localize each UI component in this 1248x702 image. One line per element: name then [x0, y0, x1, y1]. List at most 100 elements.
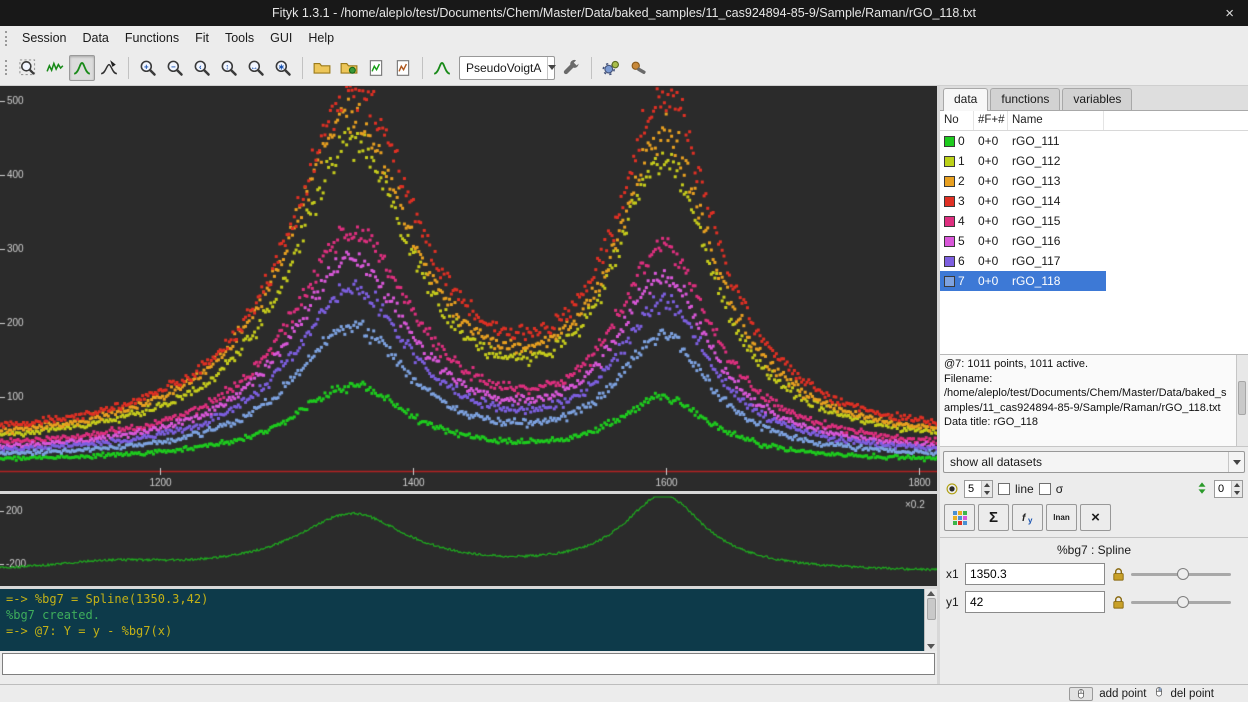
info-scrollbar[interactable]: [1236, 355, 1248, 446]
function-settings-button[interactable]: [559, 55, 585, 81]
table-row[interactable]: 20+0rGO_113: [940, 171, 1106, 191]
scroll-down-icon[interactable]: [927, 644, 935, 649]
line-checkbox-label: line: [1015, 482, 1034, 496]
dataset-color-swatch[interactable]: [944, 156, 955, 167]
sigma-checkbox-label: σ: [1056, 482, 1063, 496]
zoom-in-button[interactable]: +: [135, 55, 161, 81]
run-script-button[interactable]: [336, 55, 362, 81]
param-x1-input[interactable]: [965, 563, 1105, 585]
add-function-button[interactable]: [429, 55, 455, 81]
save-data-button[interactable]: [390, 55, 416, 81]
dataset-color-swatch[interactable]: [944, 196, 955, 207]
sigma-checkbox[interactable]: [1039, 483, 1051, 495]
info-line: Filename: /home/aleplo/test/Documents/Ch…: [944, 372, 1232, 416]
spin-up-icon[interactable]: [1232, 481, 1242, 489]
table-row[interactable]: 00+0rGO_111: [940, 131, 1106, 151]
shift-datasets-icon: [1195, 481, 1209, 498]
menu-item-session[interactable]: Session: [14, 28, 74, 48]
mouse-right-icon: [1153, 686, 1165, 701]
table-row[interactable]: 40+0rGO_115: [940, 211, 1106, 231]
delete-dataset-button[interactable]: ×: [1080, 504, 1111, 531]
data-range-mode-button[interactable]: [42, 55, 68, 81]
data-table-button[interactable]: [944, 504, 975, 531]
menu-item-fit[interactable]: Fit: [187, 28, 217, 48]
table-row[interactable]: 30+0rGO_114: [940, 191, 1106, 211]
table-row[interactable]: 10+0rGO_112: [940, 151, 1106, 171]
menu-item-gui[interactable]: GUI: [262, 28, 300, 48]
table-row[interactable]: 70+0rGO_118: [940, 271, 1106, 291]
table-row[interactable]: 50+0rGO_116: [940, 231, 1106, 251]
mouse-mode-button[interactable]: [1069, 687, 1093, 701]
activate-data-mode-button[interactable]: [96, 55, 122, 81]
column-header-name[interactable]: Name: [1008, 111, 1104, 130]
main-plot-canvas[interactable]: [0, 86, 937, 491]
shift-value[interactable]: [1215, 481, 1231, 497]
fityk-window: Fityk 1.3.1 - /home/aleplo/test/Document…: [0, 0, 1248, 702]
line-checkbox[interactable]: [998, 483, 1010, 495]
svg-text:↔: ↔: [250, 62, 258, 71]
tab-data[interactable]: data: [943, 88, 988, 111]
menu-item-help[interactable]: Help: [300, 28, 342, 48]
dataset-color-swatch[interactable]: [944, 136, 955, 147]
zoom-vert-button[interactable]: ↕: [216, 55, 242, 81]
spin-down-icon[interactable]: [1232, 489, 1242, 497]
dataset-table: No #F+# Name 00+0rGO_11110+0rGO_11220+0r…: [940, 111, 1248, 355]
toolbar: + − ‹ ↕ ↔ ∗ PseudoVoigtA: [0, 50, 1248, 86]
param-y1-slider[interactable]: [1131, 595, 1231, 609]
scrollbar-thumb[interactable]: [927, 598, 936, 620]
zoom-horiz-button[interactable]: ↔: [243, 55, 269, 81]
peak-type-dropdown[interactable]: PseudoVoigtA: [459, 56, 555, 80]
point-size-value[interactable]: [965, 481, 981, 497]
dataset-color-swatch[interactable]: [944, 176, 955, 187]
console-panel: =-> %bg7 = Spline(1350.3,42)%bg7 created…: [0, 589, 937, 651]
zoom-prev-button[interactable]: ‹: [189, 55, 215, 81]
lock-icon[interactable]: [1110, 566, 1126, 582]
dataset-color-swatch[interactable]: [944, 276, 955, 287]
zoom-mode-button[interactable]: [15, 55, 41, 81]
dataset-info-panel[interactable]: @7: 1011 points, 1011 active.Filename: /…: [940, 355, 1248, 447]
command-input[interactable]: [2, 653, 935, 675]
table-row[interactable]: 60+0rGO_117: [940, 251, 1106, 271]
open-session-button[interactable]: [309, 55, 335, 81]
scroll-up-icon[interactable]: [927, 591, 935, 596]
tab-variables[interactable]: variables: [1062, 88, 1132, 110]
run-fit-button[interactable]: [598, 55, 624, 81]
dataset-color-swatch[interactable]: [944, 216, 955, 227]
shift-spinner[interactable]: [1214, 480, 1243, 498]
menu-item-data[interactable]: Data: [74, 28, 116, 48]
scrollbar-thumb[interactable]: [1238, 381, 1246, 415]
svg-text:∗: ∗: [278, 62, 285, 71]
transform-data-button[interactable]: fy: [1012, 504, 1043, 531]
point-size-spinner[interactable]: [964, 480, 993, 498]
fit-settings-button[interactable]: [625, 55, 651, 81]
column-header-no[interactable]: No: [940, 111, 974, 130]
dataset-color-swatch[interactable]: [944, 256, 955, 267]
window-close-button[interactable]: ×: [1217, 0, 1242, 26]
param-y1-input[interactable]: [965, 591, 1105, 613]
spin-up-icon[interactable]: [982, 481, 992, 489]
tab-functions[interactable]: functions: [990, 88, 1060, 110]
svg-text:+: +: [144, 62, 149, 71]
zoom-all-button[interactable]: ∗: [270, 55, 296, 81]
slider-thumb[interactable]: [1177, 596, 1189, 608]
sum-datasets-button[interactable]: Σ: [978, 504, 1009, 531]
load-data-button[interactable]: [363, 55, 389, 81]
zoom-out-button[interactable]: −: [162, 55, 188, 81]
add-peak-mode-button[interactable]: [69, 55, 95, 81]
slider-thumb[interactable]: [1177, 568, 1189, 580]
aux-plot-canvas[interactable]: [0, 494, 937, 586]
lock-icon[interactable]: [1110, 594, 1126, 610]
svg-text:‹: ‹: [199, 62, 202, 71]
menu-item-functions[interactable]: Functions: [117, 28, 187, 48]
column-header-ff[interactable]: #F+#: [974, 111, 1008, 130]
console-scrollbar[interactable]: [924, 589, 937, 651]
spin-down-icon[interactable]: [982, 489, 992, 497]
lnan-button[interactable]: lnan: [1046, 504, 1077, 531]
info-line: Data title: rGO_118: [944, 415, 1232, 430]
console-output[interactable]: =-> %bg7 = Spline(1350.3,42)%bg7 created…: [0, 589, 924, 651]
show-datasets-dropdown[interactable]: show all datasets: [943, 451, 1245, 473]
menu-item-tools[interactable]: Tools: [217, 28, 262, 48]
param-x1-slider[interactable]: [1131, 567, 1231, 581]
dataset-color-swatch[interactable]: [944, 236, 955, 247]
dataset-buttons-row: Σfylnan×: [940, 501, 1248, 535]
